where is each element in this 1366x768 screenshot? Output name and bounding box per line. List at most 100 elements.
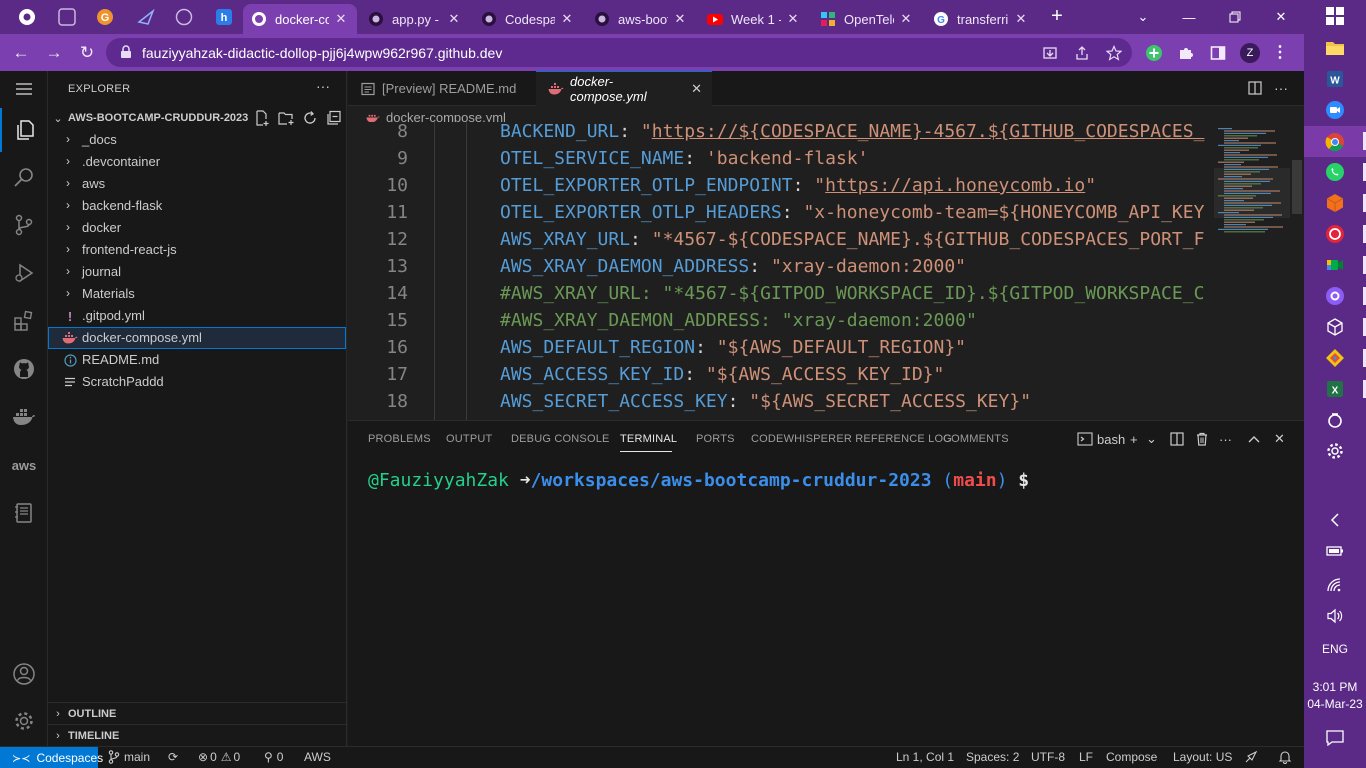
panel-tab-ports[interactable]: PORTS — [696, 433, 735, 445]
tree-item-scratchpad[interactable]: ScratchPaddd — [48, 371, 346, 393]
g-app-icon[interactable]: G — [96, 8, 114, 26]
new-tab-button[interactable]: + — [1047, 6, 1067, 27]
terminal-dropdown-chevron-icon[interactable]: ⌄ — [1146, 431, 1157, 447]
reload-button[interactable]: ↻ — [76, 42, 98, 64]
panel-tab-problems[interactable]: PROBLEMS — [368, 433, 431, 445]
extensions-puzzle-icon[interactable] — [1175, 42, 1197, 64]
code-line[interactable]: 14 #AWS_XRAY_URL: "*4567-${GITPOD_WORKSPA… — [348, 280, 1212, 307]
browser-tab-youtube[interactable]: Week 1 - ✕ — [699, 4, 809, 34]
minimap[interactable] — [1214, 122, 1290, 420]
panel-tab-terminal[interactable]: TERMINAL — [620, 433, 677, 445]
chrome-taskbar-icon[interactable] — [1304, 126, 1366, 157]
tree-item-materials[interactable]: › Materials — [48, 283, 346, 305]
explorer-more-actions-icon[interactable]: ··· — [316, 78, 330, 94]
h-app-icon[interactable]: h — [215, 8, 233, 26]
new-terminal-plus-icon[interactable]: + — [1130, 431, 1138, 447]
tree-item-journal[interactable]: › journal — [48, 261, 346, 283]
input-language[interactable]: ENG — [1304, 642, 1366, 656]
chrome-icon[interactable] — [18, 8, 36, 26]
ports-status[interactable]: ⚲ 0 — [264, 750, 283, 764]
outline-section[interactable]: › OUTLINE — [48, 702, 346, 724]
code-line[interactable]: 13 AWS_XRAY_DAEMON_ADDRESS: "xray-daemon:… — [348, 253, 1212, 280]
clock-time[interactable]: 3:01 PM — [1304, 680, 1366, 694]
close-tab-icon[interactable]: ✕ — [672, 11, 688, 27]
close-tab-icon[interactable]: ✕ — [446, 11, 462, 27]
aws-icon[interactable]: aws — [0, 443, 48, 487]
tree-item-docs[interactable]: › _docs — [48, 129, 346, 151]
notification-center-icon[interactable] — [1323, 726, 1347, 750]
browser-tab-docker-compose[interactable]: docker-co ✕ — [243, 4, 357, 34]
panel-tab-comments[interactable]: COMMENTS — [943, 433, 1009, 445]
profile-avatar[interactable]: Z — [1240, 43, 1260, 63]
side-panel-icon[interactable] — [1207, 42, 1229, 64]
browser-menu-icon[interactable]: ⋮ — [1272, 42, 1288, 62]
settings-gear-icon[interactable] — [0, 699, 48, 743]
close-window-button[interactable]: ✕ — [1258, 0, 1304, 34]
vertical-scrollbar[interactable] — [1292, 160, 1302, 214]
extensions-icon[interactable] — [0, 299, 48, 343]
eol-status[interactable]: LF — [1079, 750, 1093, 764]
tree-item-gitpod-yml[interactable]: ! .gitpod.yml — [48, 305, 346, 327]
code-line[interactable]: 18 AWS_SECRET_ACCESS_KEY: "${AWS_SECRET_A… — [348, 388, 1212, 415]
plane-icon[interactable] — [137, 8, 155, 26]
code-line[interactable]: 8 BACKEND_URL: "https://${CODESPACE_NAME}… — [348, 122, 1212, 145]
browser-tab-codespaces[interactable]: Codespa ✕ — [473, 4, 583, 34]
explorer-files-icon[interactable] — [0, 108, 48, 152]
code-line[interactable]: 12 AWS_XRAY_URL: "*4567-${CODESPACE_NAME}… — [348, 226, 1212, 253]
lock-icon[interactable] — [120, 45, 132, 64]
run-debug-icon[interactable] — [0, 251, 48, 295]
account-icon[interactable] — [0, 652, 48, 696]
code-editor[interactable]: 8 BACKEND_URL: "https://${CODESPACE_NAME}… — [348, 122, 1304, 420]
branch-status[interactable]: main — [108, 750, 150, 764]
code-line[interactable]: 9 OTEL_SERVICE_NAME: 'backend-flask' — [348, 145, 1212, 172]
menu-icon[interactable] — [0, 67, 48, 111]
whatsapp-icon[interactable] — [1323, 160, 1366, 184]
tree-item-aws[interactable]: › aws — [48, 173, 346, 195]
url-text[interactable]: fauziyyahzak-didactic-dollop-pjj6j4wpw96… — [142, 45, 502, 61]
excel-icon[interactable]: X — [1323, 377, 1366, 401]
close-tab-icon[interactable]: ✕ — [785, 11, 801, 27]
code-line[interactable]: 11 OTEL_EXPORTER_OTLP_HEADERS: "x-honeyco… — [348, 199, 1212, 226]
new-folder-icon[interactable] — [278, 110, 294, 126]
cursor-position[interactable]: Ln 1, Col 1 — [896, 750, 954, 764]
problems-status[interactable]: ⊗ 0 ⚠ 0 — [198, 750, 240, 764]
kill-terminal-trash-icon[interactable] — [1195, 431, 1209, 447]
close-panel-icon[interactable]: ✕ — [1274, 431, 1285, 447]
restore-button[interactable] — [1212, 0, 1258, 34]
file-explorer-icon[interactable] — [1323, 36, 1347, 60]
tab-search-icon[interactable]: ⌄ — [1120, 0, 1166, 34]
install-app-icon[interactable] — [1040, 43, 1060, 63]
bookmark-star-icon[interactable] — [1104, 43, 1124, 63]
share-icon[interactable] — [1072, 43, 1092, 63]
github-pinned-icon-2[interactable] — [175, 8, 193, 26]
notebook-icon[interactable] — [0, 491, 48, 535]
extension-plus-icon[interactable] — [1143, 42, 1165, 64]
split-editor-icon[interactable] — [1247, 80, 1263, 96]
editor-tab-readme-preview[interactable]: [Preview] README.md — [348, 71, 535, 106]
aws-status[interactable]: AWS — [304, 750, 331, 764]
forward-button[interactable]: → — [43, 42, 65, 64]
close-editor-tab-icon[interactable]: ✕ — [691, 81, 702, 97]
split-terminal-icon[interactable] — [1170, 431, 1184, 447]
close-tab-icon[interactable]: ✕ — [898, 11, 914, 27]
terminal-prompt-line[interactable]: @FauziyyahZak ➜/workspaces/aws-bootcamp-… — [368, 470, 1029, 491]
encoding-status[interactable]: UTF-8 — [1031, 750, 1065, 764]
docker-icon[interactable] — [0, 395, 48, 439]
address-bar[interactable]: fauziyyahzak-didactic-dollop-pjj6j4wpw96… — [106, 38, 1132, 67]
tree-item-docker[interactable]: › docker — [48, 217, 346, 239]
editor-tab-docker-compose[interactable]: docker-compose.yml ✕ — [536, 71, 712, 106]
tree-item-docker-compose[interactable]: docker-compose.yml — [48, 327, 346, 349]
notifications-bell-icon[interactable] — [1278, 750, 1292, 764]
refresh-icon[interactable] — [302, 110, 318, 126]
google-meet-icon[interactable] — [1323, 253, 1366, 277]
tree-item-devcontainer[interactable]: › .devcontainer — [48, 151, 346, 173]
browser-tab-google[interactable]: G transferri ✕ — [925, 4, 1037, 34]
word-icon[interactable]: W — [1323, 67, 1347, 91]
close-tab-icon[interactable]: ✕ — [1013, 11, 1029, 27]
back-button[interactable]: ← — [10, 42, 32, 64]
remote-indicator[interactable]: ≻≺ Codespaces — [0, 747, 103, 768]
github-pinned-icon[interactable] — [58, 8, 76, 26]
power-automate-icon[interactable] — [1323, 408, 1347, 432]
red-circle-app-icon[interactable] — [1323, 222, 1366, 246]
terminal-shell-selector[interactable]: bash — [1077, 431, 1125, 447]
